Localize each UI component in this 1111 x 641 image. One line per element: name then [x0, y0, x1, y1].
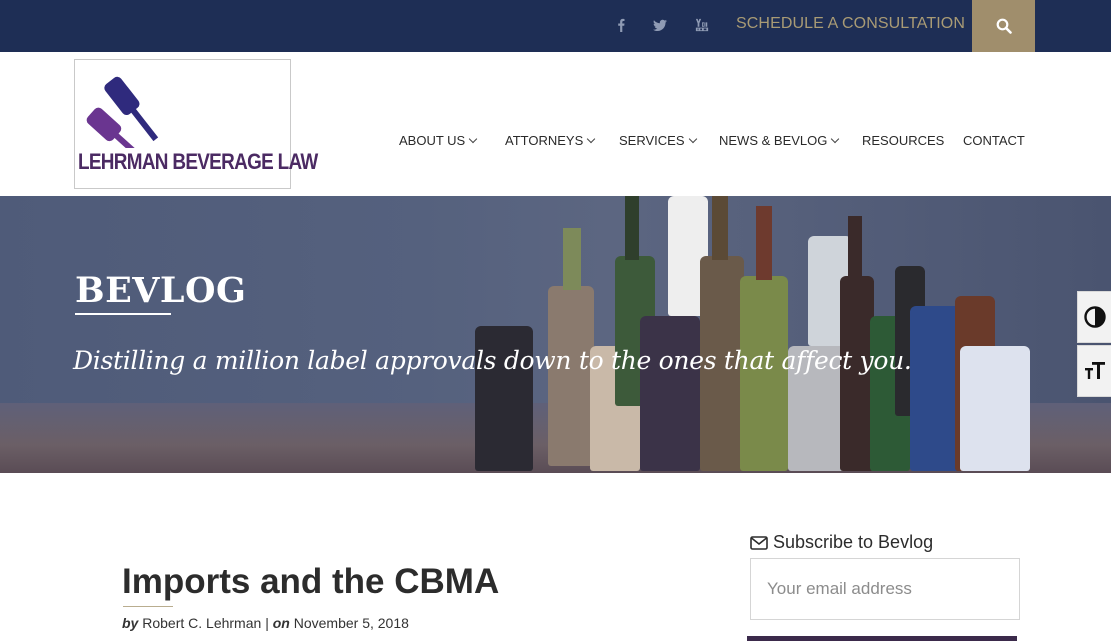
contrast-toggle-button[interactable] — [1077, 291, 1111, 343]
search-icon — [996, 18, 1012, 34]
chevron-down-icon — [587, 134, 596, 144]
main-nav: ABOUT US ATTORNEYS SERVICES NEWS & BEVLO… — [0, 133, 1111, 153]
nav-label: RESOURCES — [862, 133, 945, 148]
chevron-down-icon — [688, 134, 697, 144]
nav-item-contact[interactable]: CONTACT — [963, 133, 1025, 148]
hero-title-underline — [75, 313, 171, 315]
nav-item-news-bevlog[interactable]: NEWS & BEVLOG — [719, 133, 840, 148]
nav-item-resources[interactable]: RESOURCES — [862, 133, 944, 148]
nav-label: SERVICES — [619, 133, 685, 148]
post-meta: by Robert C. Lehrman | on November 5, 20… — [122, 615, 409, 631]
post-date: November 5, 2018 — [293, 615, 409, 631]
post-author[interactable]: Robert C. Lehrman — [142, 615, 261, 631]
nav-label: NEWS & BEVLOG — [719, 133, 828, 148]
subscribe-button[interactable] — [747, 636, 1017, 641]
nav-label: ATTORNEYS — [505, 133, 584, 148]
by-label: by — [122, 615, 139, 631]
nav-label: CONTACT — [963, 133, 1025, 148]
hero-subtitle: Distilling a million label approvals dow… — [73, 346, 912, 375]
facebook-icon[interactable] — [612, 16, 630, 34]
email-field[interactable] — [750, 558, 1020, 620]
search-button[interactable] — [972, 0, 1035, 52]
hero-banner: BEVLOG Distilling a million label approv… — [0, 196, 1111, 473]
nav-label: ABOUT US — [399, 133, 466, 148]
subscribe-heading: Subscribe to Bevlog — [750, 532, 933, 553]
nav-item-about-us[interactable]: ABOUT US — [399, 133, 478, 148]
chevron-down-icon — [831, 134, 840, 144]
nav-item-attorneys[interactable]: ATTORNEYS — [505, 133, 596, 148]
subscribe-title: Subscribe to Bevlog — [773, 532, 934, 552]
contrast-icon — [1083, 306, 1106, 328]
envelope-icon — [750, 535, 768, 550]
meta-separator: | — [265, 615, 269, 631]
hero-title: BEVLOG — [75, 270, 247, 311]
top-bar: SCHEDULE A CONSULTATION — [0, 0, 1111, 52]
twitter-icon[interactable] — [651, 16, 669, 34]
schedule-consultation-link[interactable]: SCHEDULE A CONSULTATION — [736, 15, 965, 33]
text-size-icon — [1084, 362, 1105, 379]
on-label: on — [272, 615, 290, 631]
youtube-icon[interactable] — [693, 16, 711, 34]
text-size-button[interactable] — [1077, 345, 1111, 397]
site-logo[interactable]: LEHRMAN BEVERAGE LAW — [74, 59, 318, 189]
post-title[interactable]: Imports and the CBMA — [122, 562, 499, 602]
post-title-rule — [123, 606, 173, 607]
nav-item-services[interactable]: SERVICES — [619, 133, 697, 148]
chevron-down-icon — [468, 134, 478, 144]
